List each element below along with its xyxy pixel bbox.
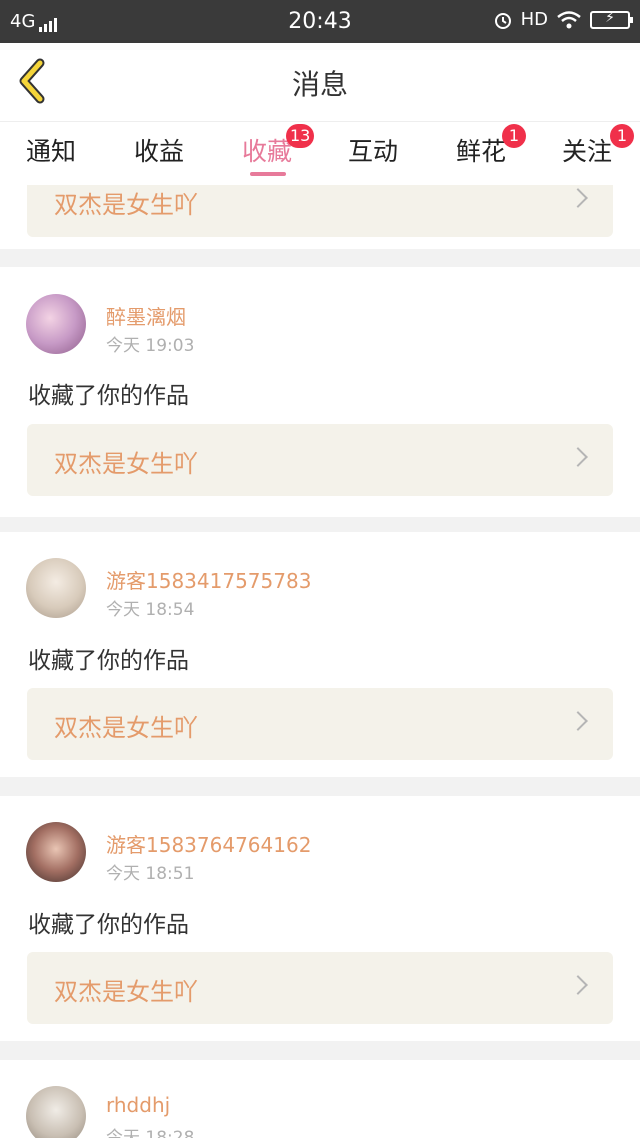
user-name[interactable]: 游客1583417575783 [106,565,311,594]
hd-label: HD [520,9,548,30]
list-item: 双杰是女生吖 [0,185,640,249]
tab-following[interactable]: 关注 1 [562,124,634,168]
top-bar: 消息 [0,43,640,121]
work-link[interactable]: 双杰是女生吖 [27,688,613,760]
tab-label: 通知 [26,137,77,166]
avatar[interactable] [26,1086,86,1138]
list-item: 游客1583764764162 今天 18:51 收藏了你的作品 双杰是女生吖 [0,796,640,1041]
tab-label: 鲜花 [456,137,507,166]
avatar[interactable] [26,294,86,354]
wifi-icon [557,10,581,28]
work-title: 双杰是女生吖 [54,714,198,742]
user-name[interactable]: 醉墨漓烟 [106,301,186,330]
page-title: 消息 [291,68,348,101]
timestamp: 今天 18:54 [106,600,195,620]
chevron-right-icon [568,188,588,208]
timestamp: 今天 18:51 [106,864,195,884]
alarm-icon [494,12,511,29]
user-name[interactable]: 游客1583764764162 [106,829,311,858]
list-item: rhddhj 今天 18:28 [0,1060,640,1138]
action-text: 收藏了你的作品 [28,648,189,674]
tab-badge: 13 [286,124,315,148]
list-item: 游客1583417575783 今天 18:54 收藏了你的作品 双杰是女生吖 [0,532,640,777]
work-link[interactable]: 双杰是女生吖 [27,424,613,496]
avatar[interactable] [26,822,86,882]
tab-earnings[interactable]: 收益 [134,132,184,168]
chevron-right-icon [568,975,588,995]
work-title: 双杰是女生吖 [54,978,198,1006]
battery-icon: ⚡ [590,10,633,29]
work-title: 双杰是女生吖 [54,191,198,219]
status-bar: 4G 20:43 HD ⚡ [0,0,640,43]
tab-interaction[interactable]: 互动 [348,132,398,168]
chevron-right-icon [568,711,588,731]
status-icons: HD ⚡ [493,9,633,30]
work-link[interactable]: 双杰是女生吖 [27,952,613,1024]
tab-bar: 通知 收益 收藏 13 互动 鲜花 1 关注 1 [0,121,640,186]
active-tab-indicator [250,172,286,176]
tab-flowers[interactable]: 鲜花 1 [456,124,526,168]
tab-label: 收藏 [242,137,293,166]
tab-badge: 1 [610,124,634,148]
list-item: 醉墨漓烟 今天 19:03 收藏了你的作品 双杰是女生吖 [0,267,640,517]
tab-label: 关注 [562,137,613,166]
work-link[interactable]: 双杰是女生吖 [27,185,613,237]
tab-badge: 1 [502,124,526,148]
timestamp: 今天 18:28 [106,1128,195,1138]
action-text: 收藏了你的作品 [28,912,189,938]
tab-label: 收益 [134,137,185,166]
tab-favorites[interactable]: 收藏 13 [242,124,315,168]
user-name[interactable]: rhddhj [106,1093,170,1117]
tab-label: 互动 [348,137,399,166]
message-list: 双杰是女生吖 醉墨漓烟 今天 19:03 收藏了你的作品 双杰是女生吖 游客15… [0,185,640,1138]
chevron-right-icon [568,447,588,467]
timestamp: 今天 19:03 [106,336,195,356]
avatar[interactable] [26,558,86,618]
action-text: 收藏了你的作品 [28,383,189,409]
work-title: 双杰是女生吖 [54,450,198,478]
tab-notice[interactable]: 通知 [26,132,76,168]
